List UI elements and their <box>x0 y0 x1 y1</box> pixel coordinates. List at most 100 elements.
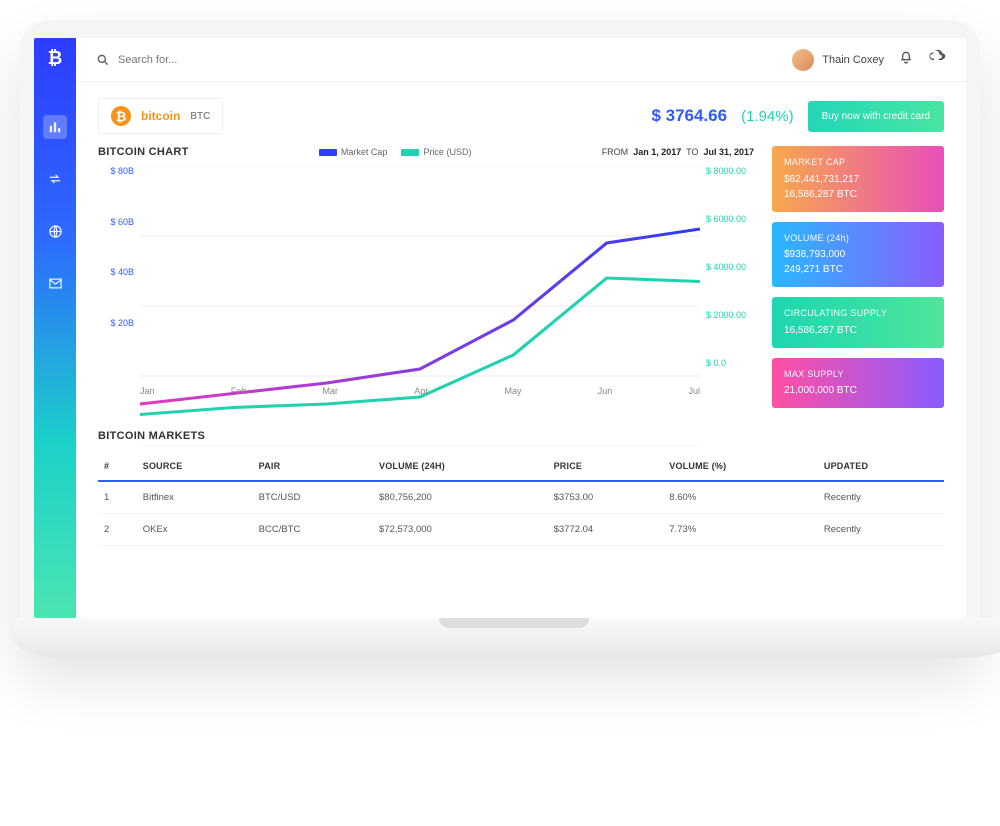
ylab-l-1: $ 60B <box>98 217 134 227</box>
table-row[interactable]: 1BitfinexBTC/USD$80,756,200$3753.008.60%… <box>98 481 944 514</box>
cloud-download-icon <box>928 48 946 66</box>
bar-chart-icon <box>48 120 62 134</box>
xlab-4: May <box>504 386 521 396</box>
mail-icon <box>48 276 63 291</box>
cell-price: $3772.04 <box>548 514 664 546</box>
bitcoin-coin-icon: ₿ <box>111 106 131 126</box>
card-max-supply: MAX SUPPLY 21,000,000 BTC <box>772 358 944 409</box>
cloud-download-button[interactable] <box>928 48 946 71</box>
cell-updated: Recently <box>818 514 944 546</box>
main-panel: Thain Coxey ₿ bitcoin BTC $ 3764.66 (1. <box>76 38 966 618</box>
swap-icon <box>48 172 62 186</box>
user-chip[interactable]: Thain Coxey <box>792 49 884 71</box>
chart-range: FROM Jan 1, 2017 TO Jul 31, 2017 <box>602 147 754 157</box>
cell-updated: Recently <box>818 481 944 514</box>
ylab-r-3: $ 2000.00 <box>706 310 754 320</box>
col-num: # <box>98 452 137 481</box>
stat-cards: MARKET CAP $62,441,731,217 16,586,287 BT… <box>772 146 944 408</box>
range-from-value: Jan 1, 2017 <box>633 147 681 157</box>
nav-mail[interactable] <box>43 271 67 295</box>
range-to-value: Jul 31, 2017 <box>703 147 754 157</box>
legend-swatch-price <box>401 149 419 156</box>
buy-button[interactable]: Buy now with credit card <box>808 101 944 132</box>
legend-label-price: Price (USD) <box>423 147 471 157</box>
card-max-supply-v1: 21,000,000 BTC <box>784 383 932 398</box>
notifications-button[interactable] <box>898 49 914 70</box>
chart-legend: Market Cap Price (USD) <box>319 147 472 157</box>
card-market-cap-v1: $62,441,731,217 <box>784 172 932 187</box>
ylab-r-4: $ 0.0 <box>706 358 754 368</box>
xlab-1: Feb <box>231 386 247 396</box>
y-axis-left: $ 80B $ 60B $ 40B $ 20B <box>98 166 134 368</box>
topbar: Thain Coxey <box>76 38 966 82</box>
ylab-r-1: $ 6000.00 <box>706 214 754 224</box>
markets-header-row: # SOURCE PAIR VOLUME (24H) PRICE VOLUME … <box>98 452 944 481</box>
bell-icon <box>898 49 914 65</box>
markets-section: BITCOIN MARKETS # SOURCE PAIR VOLUME (24… <box>98 430 944 546</box>
globe-icon <box>48 224 63 239</box>
cell-source: OKEx <box>137 514 253 546</box>
range-from-label: FROM <box>602 147 629 157</box>
cell-volp: 7.73% <box>663 514 818 546</box>
card-circulating: CIRCULATING SUPPLY 16,586,287 BTC <box>772 297 944 348</box>
price-block: $ 3764.66 (1.94%) Buy now with credit ca… <box>651 101 944 132</box>
col-volp: VOLUME (%) <box>663 452 818 481</box>
xlab-0: Jan <box>140 386 155 396</box>
search-box[interactable] <box>96 53 778 67</box>
cell-price: $3753.00 <box>548 481 664 514</box>
ylab-r-2: $ 4000.00 <box>706 262 754 272</box>
cell-vol: $80,756,200 <box>373 481 548 514</box>
cell-source: Bitfinex <box>137 481 253 514</box>
x-axis: Jan Feb Mar Apr May Jun Jul <box>140 386 700 396</box>
coin-delta: (1.94%) <box>741 108 794 125</box>
card-volume-v1: $938,793,000 <box>784 247 932 262</box>
search-input[interactable] <box>118 54 318 66</box>
nav-dashboard[interactable] <box>43 115 67 139</box>
card-volume-v2: 249,271 BTC <box>784 262 932 277</box>
sidebar: ₿ <box>34 38 76 618</box>
col-source: SOURCE <box>137 452 253 481</box>
card-circulating-label: CIRCULATING SUPPLY <box>784 307 932 321</box>
ylab-l-0: $ 80B <box>98 166 134 176</box>
col-volume: VOLUME (24H) <box>373 452 548 481</box>
cell-n: 2 <box>98 514 137 546</box>
xlab-6: Jul <box>688 386 700 396</box>
card-market-cap-label: MARKET CAP <box>784 156 932 170</box>
table-row[interactable]: 2OKExBCC/BTC$72,573,000$3772.047.73%Rece… <box>98 514 944 546</box>
cell-pair: BTC/USD <box>253 481 373 514</box>
col-updated: UPDATED <box>818 452 944 481</box>
xlab-5: Jun <box>598 386 613 396</box>
xlab-2: Mar <box>323 386 339 396</box>
ylab-l-3: $ 20B <box>98 318 134 328</box>
nav-exchange[interactable] <box>43 167 67 191</box>
cell-n: 1 <box>98 481 137 514</box>
chart-title: BITCOIN CHART <box>98 146 189 158</box>
chart-plot <box>140 166 700 446</box>
legend-swatch-mcap <box>319 149 337 156</box>
chart-canvas: $ 80B $ 60B $ 40B $ 20B $ 8000.00 $ 6000… <box>98 166 754 396</box>
card-volume: VOLUME (24h) $938,793,000 249,271 BTC <box>772 222 944 288</box>
coin-badge: ₿ bitcoin BTC <box>98 98 223 134</box>
nav-globe[interactable] <box>43 219 67 243</box>
card-circulating-v1: 16,586,287 BTC <box>784 323 932 338</box>
cell-vol: $72,573,000 <box>373 514 548 546</box>
card-max-supply-label: MAX SUPPLY <box>784 368 932 382</box>
search-icon <box>96 53 110 67</box>
legend-label-mcap: Market Cap <box>341 147 388 157</box>
coin-ticker: BTC <box>190 111 210 122</box>
user-name: Thain Coxey <box>822 54 884 66</box>
coin-price: $ 3764.66 <box>651 106 727 126</box>
col-pair: PAIR <box>253 452 373 481</box>
y-axis-right: $ 8000.00 $ 6000.00 $ 4000.00 $ 2000.00 … <box>706 166 754 368</box>
content: ₿ bitcoin BTC $ 3764.66 (1.94%) Buy now … <box>76 82 966 618</box>
range-to-label: TO <box>686 147 698 157</box>
cell-volp: 8.60% <box>663 481 818 514</box>
card-market-cap: MARKET CAP $62,441,731,217 16,586,287 BT… <box>772 146 944 212</box>
card-volume-label: VOLUME (24h) <box>784 232 932 246</box>
xlab-3: Apr <box>414 386 428 396</box>
col-price: PRICE <box>548 452 664 481</box>
coin-header: ₿ bitcoin BTC $ 3764.66 (1.94%) Buy now … <box>98 98 944 134</box>
coin-name: bitcoin <box>141 109 180 123</box>
cell-pair: BCC/BTC <box>253 514 373 546</box>
chart-panel: BITCOIN CHART Market Cap Price (USD) FRO… <box>98 146 754 396</box>
